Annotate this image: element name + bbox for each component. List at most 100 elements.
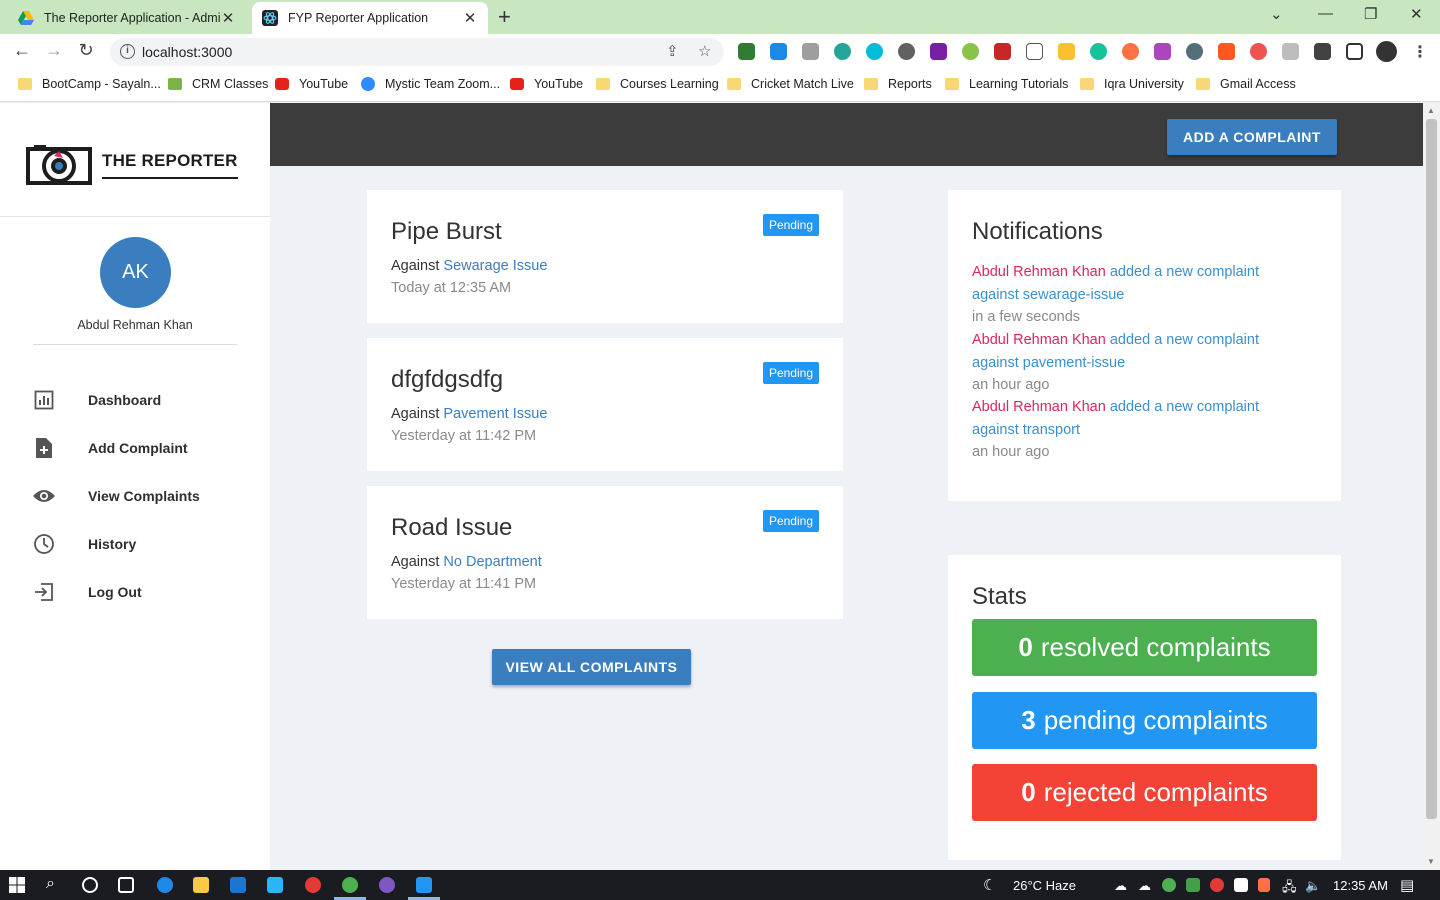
bookmark-item[interactable]: BootCamp - Sayaln... [18,77,161,91]
bookmark-item[interactable]: YouTube [275,77,348,91]
mail-icon[interactable] [267,877,283,893]
complaint-card[interactable]: Pipe Burst Pending Against Sewarage Issu… [367,190,843,323]
sidebar-item-history[interactable]: History [32,529,252,559]
chrome-icon[interactable] [342,877,358,893]
extension-icon[interactable] [994,43,1011,60]
scrollbar-thumb[interactable] [1426,119,1437,819]
complaint-card[interactable]: Road Issue Pending Against No Department… [367,486,843,619]
menu-kebab-icon[interactable]: ⋮ [1412,42,1428,62]
sidebar-item-view-complaints[interactable]: View Complaints [32,481,252,511]
task-view-icon[interactable] [118,877,134,893]
onedrive-icon[interactable]: ☁ [1138,878,1151,894]
bookmark-star-icon[interactable]: ☆ [698,42,711,60]
bookmark-item[interactable]: CRM Classes [168,77,268,91]
sidebar-item-log-out[interactable]: Log Out [32,577,252,607]
sidebar-item-add-complaint[interactable]: Add Complaint [32,433,252,463]
page-scrollbar[interactable]: ▲ ▼ [1423,103,1440,870]
restore-icon[interactable]: ❐ [1364,5,1377,23]
stat-rejected[interactable]: 0 rejected complaints [972,764,1317,821]
against-label: Against [391,258,440,274]
vscode-icon[interactable] [416,877,432,893]
browser-tab-reporter[interactable]: FYP Reporter Application ✕ [252,2,488,34]
stat-resolved[interactable]: 0 resolved complaints [972,619,1317,676]
extension-icon[interactable] [1250,43,1267,60]
extension-icon[interactable] [1058,43,1075,60]
extension-icon[interactable] [1186,43,1203,60]
tray-app-icon[interactable] [1258,878,1270,892]
windows-start-icon[interactable] [9,877,25,893]
weather-moon-icon[interactable]: ☾ [983,876,996,894]
department-link[interactable]: Sewarage Issue [443,258,547,274]
extension-icon[interactable] [962,43,979,60]
bookmark-item[interactable]: Mystic Team Zoom... [361,77,500,91]
minimize-icon[interactable]: — [1318,5,1333,22]
shield-icon[interactable] [1234,878,1248,892]
notification-user[interactable]: Abdul Rehman Khan [972,264,1106,280]
grammarly-icon[interactable] [1090,43,1107,60]
site-info-icon[interactable]: i [120,44,135,59]
address-bar[interactable]: i localhost:3000 ⇪ ☆ [110,38,724,66]
tray-app-icon[interactable] [1210,878,1224,892]
department-link[interactable]: No Department [443,554,541,570]
scroll-up-icon[interactable]: ▲ [1427,106,1435,115]
share-icon[interactable]: ⇪ [666,42,679,60]
extension-icon[interactable] [738,43,755,60]
bookmark-item[interactable]: Learning Tutorials [945,77,1068,91]
back-icon[interactable]: ← [10,40,34,61]
notification-user[interactable]: Abdul Rehman Khan [972,399,1106,415]
app-icon[interactable] [305,877,321,893]
extension-icon[interactable] [1282,43,1299,60]
bookmark-item[interactable]: Gmail Access [1196,77,1296,91]
store-icon[interactable] [230,877,246,893]
complaint-card[interactable]: dfgfdgsdfg Pending Against Pavement Issu… [367,338,843,471]
edge-icon[interactable] [157,877,173,893]
weather-text[interactable]: 26°C Haze [1013,878,1076,893]
volume-icon[interactable]: 🔈 [1305,878,1321,894]
chrome-tray-icon[interactable] [1162,878,1176,892]
reload-icon[interactable]: ↻ [74,40,98,61]
file-explorer-icon[interactable] [193,877,209,893]
extension-icon[interactable] [770,43,787,60]
sidebar-item-dashboard[interactable]: Dashboard [32,385,252,415]
profile-avatar-icon[interactable] [1376,41,1397,62]
avatar[interactable]: AK [100,237,171,308]
new-tab-icon[interactable]: + [498,6,511,28]
browser-tab-admin[interactable]: The Reporter Application - Admi ✕ [8,2,246,34]
action-center-icon[interactable]: ▤ [1400,876,1414,894]
notification-user[interactable]: Abdul Rehman Khan [972,332,1106,348]
scroll-down-icon[interactable]: ▼ [1427,857,1435,866]
extension-icon[interactable] [898,43,915,60]
app-logo[interactable]: THE REPORTER [26,143,238,187]
department-link[interactable]: Pavement Issue [443,406,547,422]
view-all-complaints-button[interactable]: VIEW ALL COMPLAINTS [492,649,691,685]
extension-icon[interactable] [1154,43,1171,60]
extension-icon[interactable] [1218,43,1235,60]
bookmark-item[interactable]: Cricket Match Live [727,77,854,91]
side-panel-icon[interactable] [1346,43,1363,60]
extension-icon[interactable] [1122,43,1139,60]
close-window-icon[interactable]: ✕ [1410,5,1423,23]
tab-close-icon[interactable]: ✕ [462,9,478,27]
move-extension-icon[interactable] [1026,43,1043,60]
extension-icon[interactable] [930,43,947,60]
extension-icon[interactable] [866,43,883,60]
cloud-icon[interactable]: ☁ [1114,878,1127,894]
forward-icon[interactable]: → [42,40,66,61]
tab-search-chevron-icon[interactable]: ⌄ [1270,5,1283,23]
stat-pending[interactable]: 3 pending complaints [972,692,1317,749]
puzzle-extensions-icon[interactable] [1314,43,1331,60]
extension-icon[interactable] [834,43,851,60]
cortana-icon[interactable] [82,877,98,893]
camera-extension-icon[interactable] [802,43,819,60]
search-icon[interactable]: ⌕ [46,875,55,893]
github-icon[interactable] [379,877,395,893]
bookmark-item[interactable]: Courses Learning [596,77,719,91]
bookmark-item[interactable]: Iqra University [1080,77,1184,91]
network-icon[interactable]: 🖧 [1282,878,1297,900]
bookmark-item[interactable]: Reports [864,77,932,91]
tray-app-icon[interactable] [1186,878,1200,892]
tab-close-icon[interactable]: ✕ [220,9,236,27]
clock-time[interactable]: 12:35 AM [1333,878,1388,893]
add-complaint-button[interactable]: ADD A COMPLAINT [1167,119,1337,155]
bookmark-item[interactable]: YouTube [510,77,583,91]
